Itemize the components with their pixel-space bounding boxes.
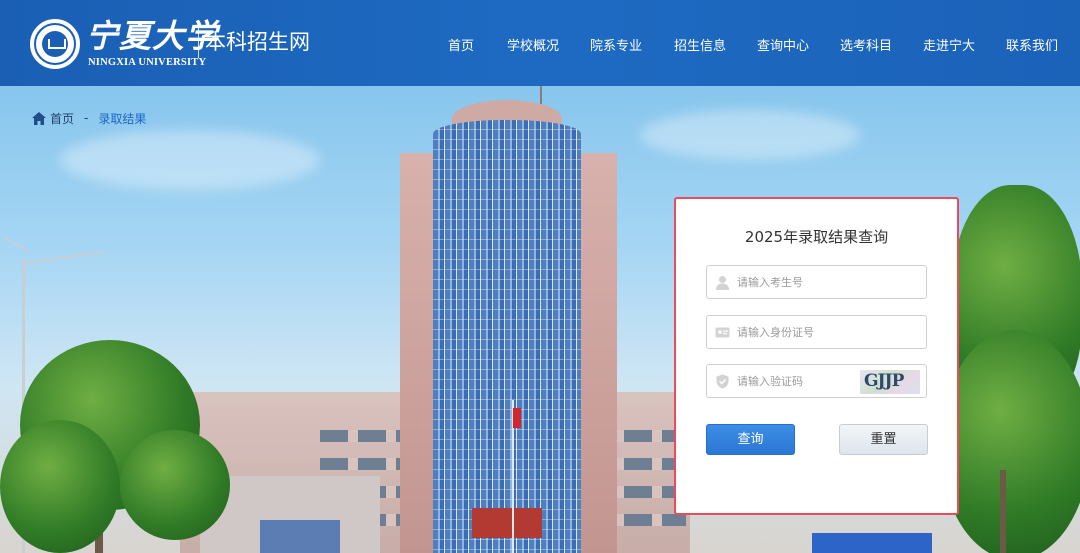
nav-item-about-ningda[interactable]: 走进宁大	[923, 35, 975, 54]
exam-number-input[interactable]	[737, 266, 887, 298]
logo-divider	[198, 26, 199, 58]
id-number-field[interactable]	[706, 315, 927, 349]
breadcrumb-current: 录取结果	[98, 111, 147, 126]
admission-result-query-panel: 2025年录取结果查询 GJJP 查询 重置	[674, 197, 959, 515]
main-tower-building	[433, 120, 581, 553]
query-button[interactable]: 查询	[706, 424, 795, 455]
breadcrumb-separator: -	[84, 111, 89, 125]
exam-number-field[interactable]	[706, 265, 927, 299]
flag	[513, 408, 521, 428]
nav-item-contact-us[interactable]: 联系我们	[1006, 35, 1058, 54]
nav-item-home[interactable]: 首页	[448, 35, 474, 54]
captcha-field[interactable]: GJJP	[706, 364, 927, 398]
site-name: 本科招生网	[205, 30, 310, 54]
shield-icon	[716, 374, 729, 389]
breadcrumb: 首页 - 录取结果	[32, 110, 146, 126]
id-card-icon	[715, 327, 730, 338]
nav-item-elective-subjects[interactable]: 选考科目	[840, 35, 892, 54]
nav-item-school-overview[interactable]: 学校概况	[507, 35, 559, 54]
captcha-text: GJJP	[864, 371, 904, 391]
university-name-english: NINGXIA UNIVERSITY	[88, 57, 207, 68]
panel-title: 2025年录取结果查询	[744, 228, 889, 246]
reset-button[interactable]: 重置	[839, 424, 928, 455]
site-header: 宁夏大学 NINGXIA UNIVERSITY 本科招生网 首页 学校概况 院系…	[0, 0, 1080, 86]
nav-item-departments[interactable]: 院系专业	[590, 35, 642, 54]
user-icon	[716, 276, 729, 290]
breadcrumb-home-link[interactable]: 首页	[50, 110, 74, 127]
nav-item-admission-info[interactable]: 招生信息	[674, 35, 726, 54]
university-seal-logo[interactable]	[30, 19, 80, 69]
id-number-input[interactable]	[737, 316, 887, 348]
nav-item-query-center[interactable]: 查询中心	[757, 35, 809, 54]
home-icon[interactable]	[32, 111, 46, 125]
captcha-image[interactable]: GJJP	[860, 370, 920, 394]
